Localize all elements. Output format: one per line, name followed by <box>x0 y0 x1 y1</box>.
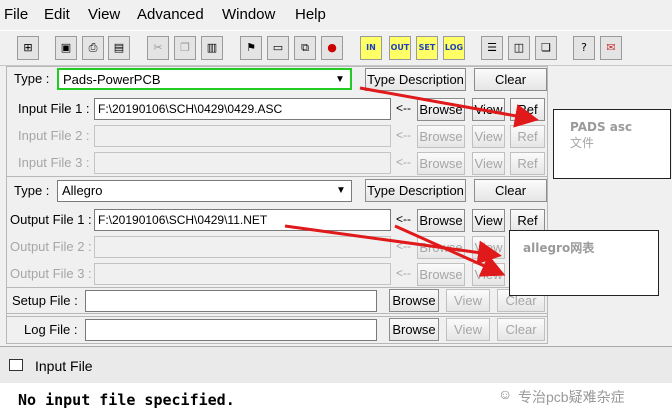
output-file-2-arrow: <-- <box>396 239 411 253</box>
input-type-select[interactable]: Pads-PowerPCB ▼ <box>57 68 352 90</box>
input-file-3-arrow: <-- <box>396 155 411 169</box>
log-file-view-button[interactable]: View <box>446 318 490 341</box>
about-icon[interactable]: ✉ <box>600 36 622 60</box>
input-file-window-title: Input File <box>35 358 93 374</box>
setup-file-label: Setup File : <box>12 293 78 308</box>
cut-icon[interactable]: ✂ <box>147 36 169 60</box>
log-file-field[interactable] <box>85 319 377 341</box>
log-icon[interactable]: LOG <box>443 36 465 60</box>
output-file-2-label: Output File 2 : <box>10 239 92 254</box>
input-type-value: Pads-PowerPCB <box>63 72 161 87</box>
output-file-1-label: Output File 1 : <box>10 212 92 227</box>
input-file-2-field[interactable] <box>94 125 391 147</box>
menu-edit[interactable]: Edit <box>44 6 70 23</box>
print-icon[interactable]: ⎙ <box>82 36 104 60</box>
stop-icon[interactable]: ● <box>321 36 343 60</box>
input-file-1-view-button[interactable]: View <box>472 98 505 121</box>
pads-annotation-line2: 文件 <box>570 136 595 150</box>
output-file-3-label: Output File 3 : <box>10 266 92 281</box>
output-type-label: Type : <box>14 183 50 198</box>
chevron-down-icon[interactable]: ▼ <box>333 72 347 88</box>
open-file-icon[interactable]: ▭ <box>267 36 289 60</box>
print-preview-icon[interactable]: ▤ <box>108 36 130 60</box>
menu-view[interactable]: View <box>88 6 120 23</box>
output-file-1-arrow: <-- <box>396 212 411 226</box>
input-file-1-field[interactable]: F:\20190106\SCH\0429\0429.ASC <box>94 98 391 120</box>
chevron-down-icon[interactable]: ▼ <box>334 183 348 199</box>
log-file-label: Log File : <box>24 322 78 337</box>
in-icon[interactable]: IN <box>360 36 382 60</box>
input-file-2-ref-button[interactable]: Ref <box>510 125 545 148</box>
output-type-description-button[interactable]: Type Description <box>365 179 466 202</box>
allegro-annotation-box: allegro网表 <box>509 230 659 296</box>
pads-annotation-box: PADS asc 文件 <box>553 109 671 179</box>
input-file-1-label: Input File 1 : <box>18 101 90 116</box>
input-file-1-browse-button[interactable]: Browse <box>417 98 465 121</box>
output-file-3-browse-button[interactable]: Browse <box>417 263 465 286</box>
save-icon[interactable]: ▣ <box>55 36 77 60</box>
network-icon[interactable]: ⊞ <box>17 36 39 60</box>
log-file-clear-button[interactable]: Clear <box>497 318 545 341</box>
paste-icon[interactable]: ▥ <box>201 36 223 60</box>
run-icon[interactable]: ⚑ <box>240 36 262 60</box>
output-file-1-view-button[interactable]: View <box>472 209 505 232</box>
input-file-3-ref-button[interactable]: Ref <box>510 152 545 175</box>
setup-file-field[interactable] <box>85 290 377 312</box>
input-file-3-label: Input File 3 : <box>18 155 90 170</box>
vertical-split-icon[interactable]: ◫ <box>508 36 530 60</box>
output-file-1-browse-button[interactable]: Browse <box>417 209 465 232</box>
input-file-2-label: Input File 2 : <box>18 128 90 143</box>
menu-bar: File Edit View Advanced Window Help <box>0 0 672 30</box>
output-file-3-arrow: <-- <box>396 266 411 280</box>
allegro-annotation-text: allegro网表 <box>523 241 595 255</box>
out-icon[interactable]: OUT <box>389 36 411 60</box>
output-file-3-field[interactable] <box>94 263 391 285</box>
output-file-1-field[interactable]: F:\20190106\SCH\0429\11.NET <box>94 209 391 231</box>
window-icon <box>9 359 23 371</box>
output-file-2-view-button[interactable]: View <box>472 236 505 259</box>
output-file-2-field[interactable] <box>94 236 391 258</box>
input-file-3-field[interactable] <box>94 152 391 174</box>
output-file-3-view-button[interactable]: View <box>472 263 505 286</box>
input-file-2-browse-button[interactable]: Browse <box>417 125 465 148</box>
input-file-1-ref-button[interactable]: Ref <box>510 98 545 121</box>
output-type-select[interactable]: Allegro ▼ <box>57 180 352 202</box>
cascade-icon[interactable]: ❏ <box>535 36 557 60</box>
input-file-titlebar: Input File <box>0 347 672 383</box>
input-file-message: No input file specified. <box>18 391 235 409</box>
setup-file-browse-button[interactable]: Browse <box>389 289 439 312</box>
output-file-2-browse-button[interactable]: Browse <box>417 236 465 259</box>
input-file-3-view-button[interactable]: View <box>472 152 505 175</box>
input-file-1-arrow: <-- <box>396 101 411 115</box>
input-file-3-browse-button[interactable]: Browse <box>417 152 465 175</box>
output-file-1-ref-button[interactable]: Ref <box>510 209 545 232</box>
input-file-2-view-button[interactable]: View <box>472 125 505 148</box>
menu-help[interactable]: Help <box>295 6 326 23</box>
input-type-label: Type : <box>14 71 50 86</box>
horizontal-split-icon[interactable]: ☰ <box>481 36 503 60</box>
menu-window[interactable]: Window <box>222 6 275 23</box>
watermark-text: 专治pcb疑难杂症 <box>518 389 625 405</box>
pads-annotation-line1: PADS asc <box>570 120 633 134</box>
log-file-browse-button[interactable]: Browse <box>389 318 439 341</box>
input-file-window: Input File No input file specified. ☺ 专治… <box>0 346 672 417</box>
input-type-description-button[interactable]: Type Description <box>365 68 466 91</box>
section-divider <box>6 176 548 177</box>
output-clear-button[interactable]: Clear <box>474 179 547 202</box>
chat-bubble-icon: ☺ <box>498 386 513 402</box>
open-files-icon[interactable]: ⧉ <box>294 36 316 60</box>
input-file-2-arrow: <-- <box>396 128 411 142</box>
menu-file[interactable]: File <box>4 6 28 23</box>
input-clear-button[interactable]: Clear <box>474 68 547 91</box>
output-type-value: Allegro <box>62 183 103 198</box>
copy-icon[interactable]: ❐ <box>174 36 196 60</box>
set-icon[interactable]: SET <box>416 36 438 60</box>
menu-advanced[interactable]: Advanced <box>137 6 204 23</box>
setup-file-view-button[interactable]: View <box>446 289 490 312</box>
help-icon[interactable]: ? <box>573 36 595 60</box>
toolbar: ⊞ ▣ ⎙ ▤ ✂ ❐ ▥ ⚑ ▭ ⧉ ● IN OUT SET LOG ☰ ◫… <box>0 30 672 66</box>
